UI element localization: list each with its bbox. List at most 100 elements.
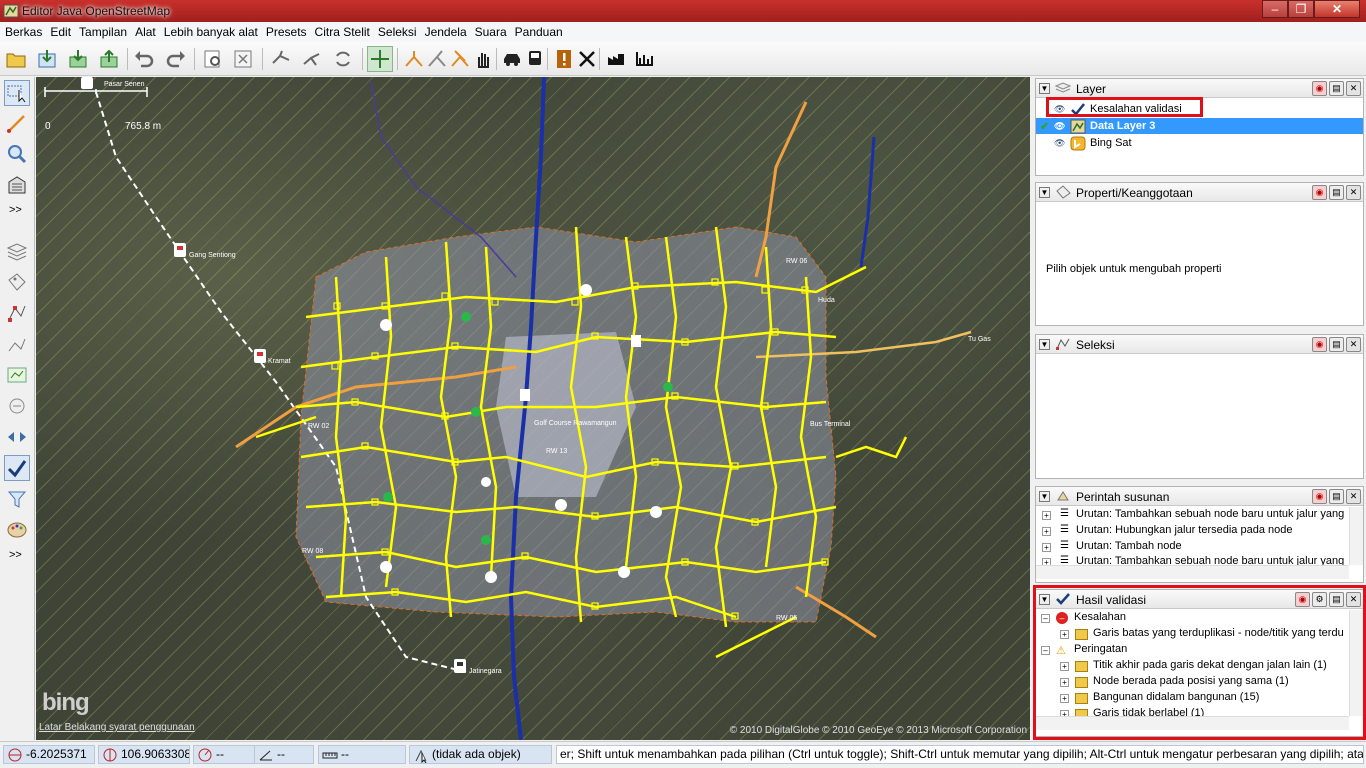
map-paint-style-icon[interactable] bbox=[4, 517, 30, 543]
background-terms-link[interactable]: Latar Belakang syarat penggunaan bbox=[39, 722, 195, 733]
menu-seleksi[interactable]: Seleksi bbox=[378, 25, 417, 39]
reverse-way-icon[interactable] bbox=[330, 46, 356, 72]
split-way-icon[interactable] bbox=[268, 46, 294, 72]
list-item[interactable]: + ☰ Urutan: Hubungkan jalur tersedia pada … bbox=[1036, 524, 1346, 540]
detach-icon[interactable]: ▤ bbox=[1329, 185, 1344, 200]
conflict-toggle-icon[interactable] bbox=[4, 424, 30, 450]
bus-icon[interactable] bbox=[522, 46, 548, 72]
menu-tampilan[interactable]: Tampilan bbox=[79, 25, 127, 39]
command-stack-dialog-title: Perintah susunan bbox=[1076, 490, 1170, 504]
detach-icon[interactable]: ▤ bbox=[1329, 489, 1344, 504]
pan-icon[interactable] bbox=[470, 46, 496, 72]
detach-icon[interactable]: ▤ bbox=[1329, 337, 1344, 352]
visibility-eye-icon[interactable]: 👁 bbox=[1054, 121, 1065, 132]
history-toggle-icon[interactable] bbox=[4, 362, 30, 388]
collapse-toggle[interactable]: ▼ bbox=[1039, 491, 1050, 502]
layer-row-validation[interactable]: 👁 Kesalahan validasi bbox=[1036, 101, 1363, 117]
move-icon[interactable] bbox=[367, 46, 393, 72]
validation-horizontal-scrollbar[interactable] bbox=[1036, 716, 1349, 730]
close-icon[interactable]: ✕ bbox=[1346, 489, 1361, 504]
menu-berkas[interactable]: Berkas bbox=[5, 25, 42, 39]
download-data-icon[interactable] bbox=[65, 46, 91, 72]
building-icon[interactable] bbox=[603, 46, 629, 72]
latitude-value: -6.2025371 bbox=[26, 747, 87, 761]
list-item[interactable]: + ☰ Urutan: Tambahkan sebuah node baru unt… bbox=[1036, 508, 1346, 524]
redo-icon[interactable] bbox=[163, 46, 189, 72]
close-icon[interactable]: ✕ bbox=[1346, 592, 1361, 607]
menu-edit[interactable]: Edit bbox=[50, 25, 71, 39]
menu-suara[interactable]: Suara bbox=[475, 25, 507, 39]
tree-item-warning[interactable]: + Titik akhir pada garis dekat dengan ja… bbox=[1036, 659, 1346, 675]
tree-item-error[interactable]: + Garis batas yang terduplikasi - node/t… bbox=[1036, 627, 1346, 643]
command-stack-dialog: ▼ Perintah susunan ◉ ▤ ✕ + ☰ Urutan: Tambahk… bbox=[1035, 486, 1364, 583]
close-icon[interactable]: ✕ bbox=[1346, 81, 1361, 96]
command-horizontal-scrollbar[interactable] bbox=[1036, 565, 1349, 579]
osm-data-layer[interactable] bbox=[36, 77, 1030, 740]
tree-item-warning[interactable]: + Garis tidak berlabel (1) bbox=[1036, 707, 1346, 716]
close-window-button[interactable]: ✕ bbox=[1314, 0, 1360, 18]
download-icon[interactable] bbox=[34, 46, 60, 72]
map-view[interactable]: Pasar Senen Gang Sentiong Kramat Jatineg… bbox=[36, 77, 1030, 740]
menu-panduan[interactable]: Panduan bbox=[515, 25, 563, 39]
more-tools-toggle[interactable]: >> bbox=[9, 204, 22, 216]
building-tool-icon[interactable] bbox=[4, 172, 30, 198]
search-icon[interactable] bbox=[230, 46, 256, 72]
tree-item-warning[interactable]: + Bangunan didalam bangunan (15) bbox=[1036, 691, 1346, 707]
draw-tool-icon[interactable] bbox=[4, 110, 30, 136]
open-icon[interactable] bbox=[3, 46, 29, 72]
upload-icon[interactable] bbox=[96, 46, 122, 72]
longitude-value: 106.9063308 bbox=[121, 747, 190, 761]
heading-value: -- bbox=[216, 747, 224, 761]
hide-help-icon[interactable]: ◉ bbox=[1312, 81, 1327, 96]
tree-item-warning[interactable]: + Node berada pada posisi yang sama (1) bbox=[1036, 675, 1346, 691]
validation-vertical-scrollbar[interactable] bbox=[1349, 610, 1363, 716]
collapse-toggle[interactable]: ▼ bbox=[1039, 83, 1050, 94]
hide-help-icon[interactable]: ◉ bbox=[1312, 337, 1327, 352]
zoom-tool-icon[interactable] bbox=[4, 141, 30, 167]
configure-icon[interactable]: ⚙ bbox=[1312, 592, 1327, 607]
collapse-toggle[interactable]: ▼ bbox=[1039, 187, 1050, 198]
validator-toggle-icon[interactable] bbox=[4, 455, 30, 481]
help-text-field: er; Shift untuk menambahkan pada pilihan… bbox=[556, 745, 1364, 764]
list-item[interactable]: + ☰ Urutan: Tambahkan sebuah node baru unt… bbox=[1036, 555, 1346, 565]
detach-icon[interactable]: ▤ bbox=[1329, 592, 1344, 607]
detach-icon[interactable]: ▤ bbox=[1329, 81, 1344, 96]
tree-node-errors[interactable]: – – Kesalahan bbox=[1036, 611, 1346, 627]
collapse-toggle[interactable]: ▼ bbox=[1039, 594, 1050, 605]
relation-list-toggle-icon[interactable] bbox=[4, 331, 30, 357]
layer-list-toggle-icon[interactable] bbox=[4, 238, 30, 264]
selection-list-toggle-icon[interactable] bbox=[4, 300, 30, 326]
select-tool-icon[interactable] bbox=[4, 80, 30, 106]
hide-help-icon[interactable]: ◉ bbox=[1312, 489, 1327, 504]
menu-lebih-banyak-alat[interactable]: Lebih banyak alat bbox=[164, 25, 258, 39]
cross-icon[interactable] bbox=[574, 46, 600, 72]
tree-node-warnings[interactable]: – ⚠ Peringatan bbox=[1036, 643, 1346, 659]
maximize-button[interactable]: ❐ bbox=[1288, 0, 1314, 18]
folder-icon bbox=[1075, 661, 1088, 672]
menu-jendela[interactable]: Jendela bbox=[425, 25, 467, 39]
preferences-icon[interactable] bbox=[200, 46, 226, 72]
author-toggle-icon[interactable] bbox=[4, 393, 30, 419]
undo-icon[interactable] bbox=[131, 46, 157, 72]
length-field: -- bbox=[318, 745, 406, 764]
filter-toggle-icon[interactable] bbox=[4, 486, 30, 512]
more-dialogs-toggle[interactable]: >> bbox=[9, 549, 22, 561]
layer-row-bing-sat[interactable]: 👁 Bing Sat bbox=[1036, 135, 1363, 151]
tag-properties-toggle-icon[interactable] bbox=[4, 269, 30, 295]
visibility-eye-icon[interactable]: 👁 bbox=[1054, 104, 1065, 115]
menu-alat[interactable]: Alat bbox=[135, 25, 156, 39]
close-icon[interactable]: ✕ bbox=[1346, 185, 1361, 200]
menu-citra-stelit[interactable]: Citra Stelit bbox=[315, 25, 370, 39]
combine-way-icon[interactable] bbox=[299, 46, 325, 72]
command-vertical-scrollbar[interactable] bbox=[1349, 507, 1363, 565]
hide-help-icon[interactable]: ◉ bbox=[1295, 592, 1310, 607]
chart-icon[interactable] bbox=[632, 46, 658, 72]
close-icon[interactable]: ✕ bbox=[1346, 337, 1361, 352]
hide-help-icon[interactable]: ◉ bbox=[1312, 185, 1327, 200]
minimize-button[interactable]: – bbox=[1262, 0, 1288, 18]
layer-row-data-layer-3[interactable]: ✔ 👁 Data Layer 3 bbox=[1036, 118, 1363, 134]
menu-presets[interactable]: Presets bbox=[266, 25, 307, 39]
collapse-toggle[interactable]: ▼ bbox=[1039, 339, 1050, 350]
visibility-eye-icon[interactable]: 👁 bbox=[1054, 138, 1065, 149]
list-item[interactable]: + ☰ Urutan: Tambah node bbox=[1036, 540, 1346, 556]
